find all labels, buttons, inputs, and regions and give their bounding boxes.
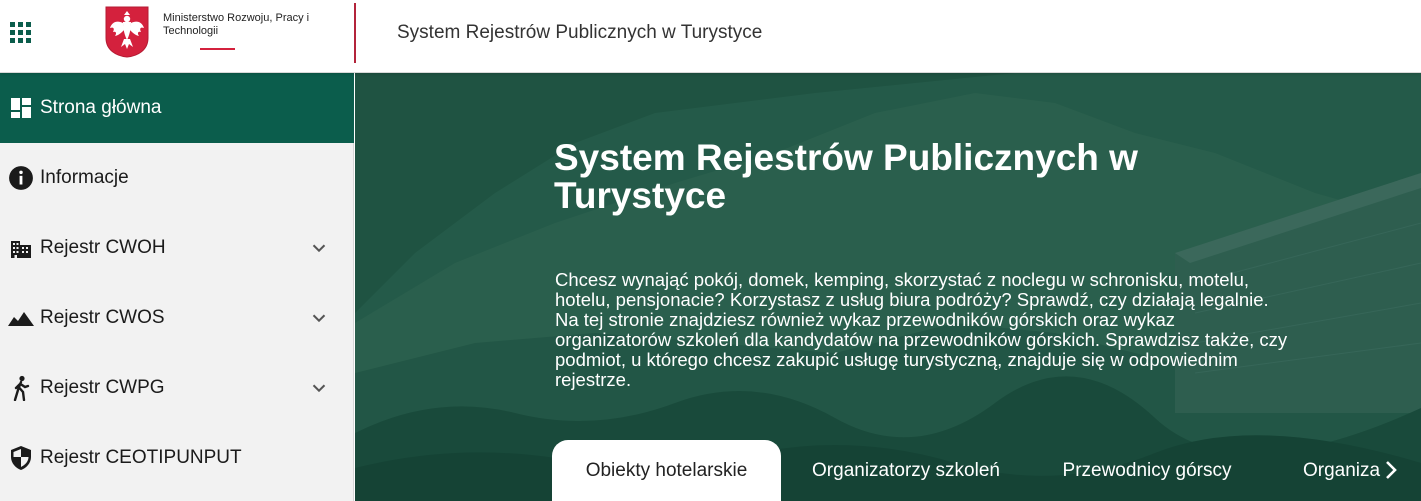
sidebar-item-label: Rejestr CWOS	[40, 307, 165, 328]
sidebar-item-label: Strona główna	[40, 97, 162, 118]
sidebar-item-home[interactable]: Strona główna	[0, 73, 354, 143]
chevron-down-icon[interactable]	[308, 377, 330, 399]
logo-accent-line	[200, 48, 235, 50]
sidebar: Strona główna Informacje Rejestr CWOH Re…	[0, 73, 354, 501]
sidebar-item-label: Rejestr CEOTIPUNPUT	[40, 447, 242, 468]
mountain-icon	[8, 305, 34, 331]
chevron-right-icon	[1386, 461, 1397, 479]
sidebar-item-label: Informacje	[40, 167, 129, 188]
hero-banner: System Rejestrów Publicznych w Turystyce…	[355, 73, 1421, 501]
register-tabs: Obiekty hotelarskie Organizatorzy szkole…	[552, 440, 1421, 501]
polish-emblem-logo[interactable]	[105, 6, 149, 58]
hero-title: System Rejestrów Publicznych w Turystyce	[554, 137, 1138, 216]
sidebar-item-information[interactable]: Informacje	[0, 143, 354, 213]
header-title: System Rejestrów Publicznych w Turystyce	[397, 22, 763, 43]
shield-icon	[8, 445, 34, 471]
sidebar-item-cwos[interactable]: Rejestr CWOS	[0, 283, 354, 353]
info-icon	[8, 165, 34, 191]
tabs-next-button[interactable]	[1371, 445, 1411, 495]
tab-training-organizers[interactable]: Organizatorzy szkoleń	[781, 440, 1031, 501]
hero-description: Chcesz wynająć pokój, domek, kemping, sk…	[555, 269, 1288, 390]
sidebar-item-label: Rejestr CWOH	[40, 237, 166, 258]
chevron-down-icon[interactable]	[308, 237, 330, 259]
ministry-name: Ministerstwo Rozwoju, Pracy i Technologi…	[163, 12, 310, 37]
sidebar-item-cwoh[interactable]: Rejestr CWOH	[0, 213, 354, 283]
tab-hotel-objects[interactable]: Obiekty hotelarskie	[552, 440, 781, 501]
building-icon	[8, 235, 34, 261]
sidebar-item-label: Rejestr CWPG	[40, 377, 165, 398]
sidebar-item-ceotipunput[interactable]: Rejestr CEOTIPUNPUT	[0, 423, 354, 493]
top-header: Ministerstwo Rozwoju, Pracy i Technologi…	[0, 0, 1421, 73]
apps-grid-icon[interactable]	[10, 22, 31, 43]
sidebar-item-cwpg[interactable]: Rejestr CWPG	[0, 353, 354, 423]
header-divider	[354, 3, 356, 63]
chevron-down-icon[interactable]	[308, 307, 330, 329]
dashboard-icon	[8, 95, 34, 121]
tab-mountain-guides[interactable]: Przewodnicy górscy	[1031, 440, 1263, 501]
hiker-icon	[8, 375, 34, 401]
